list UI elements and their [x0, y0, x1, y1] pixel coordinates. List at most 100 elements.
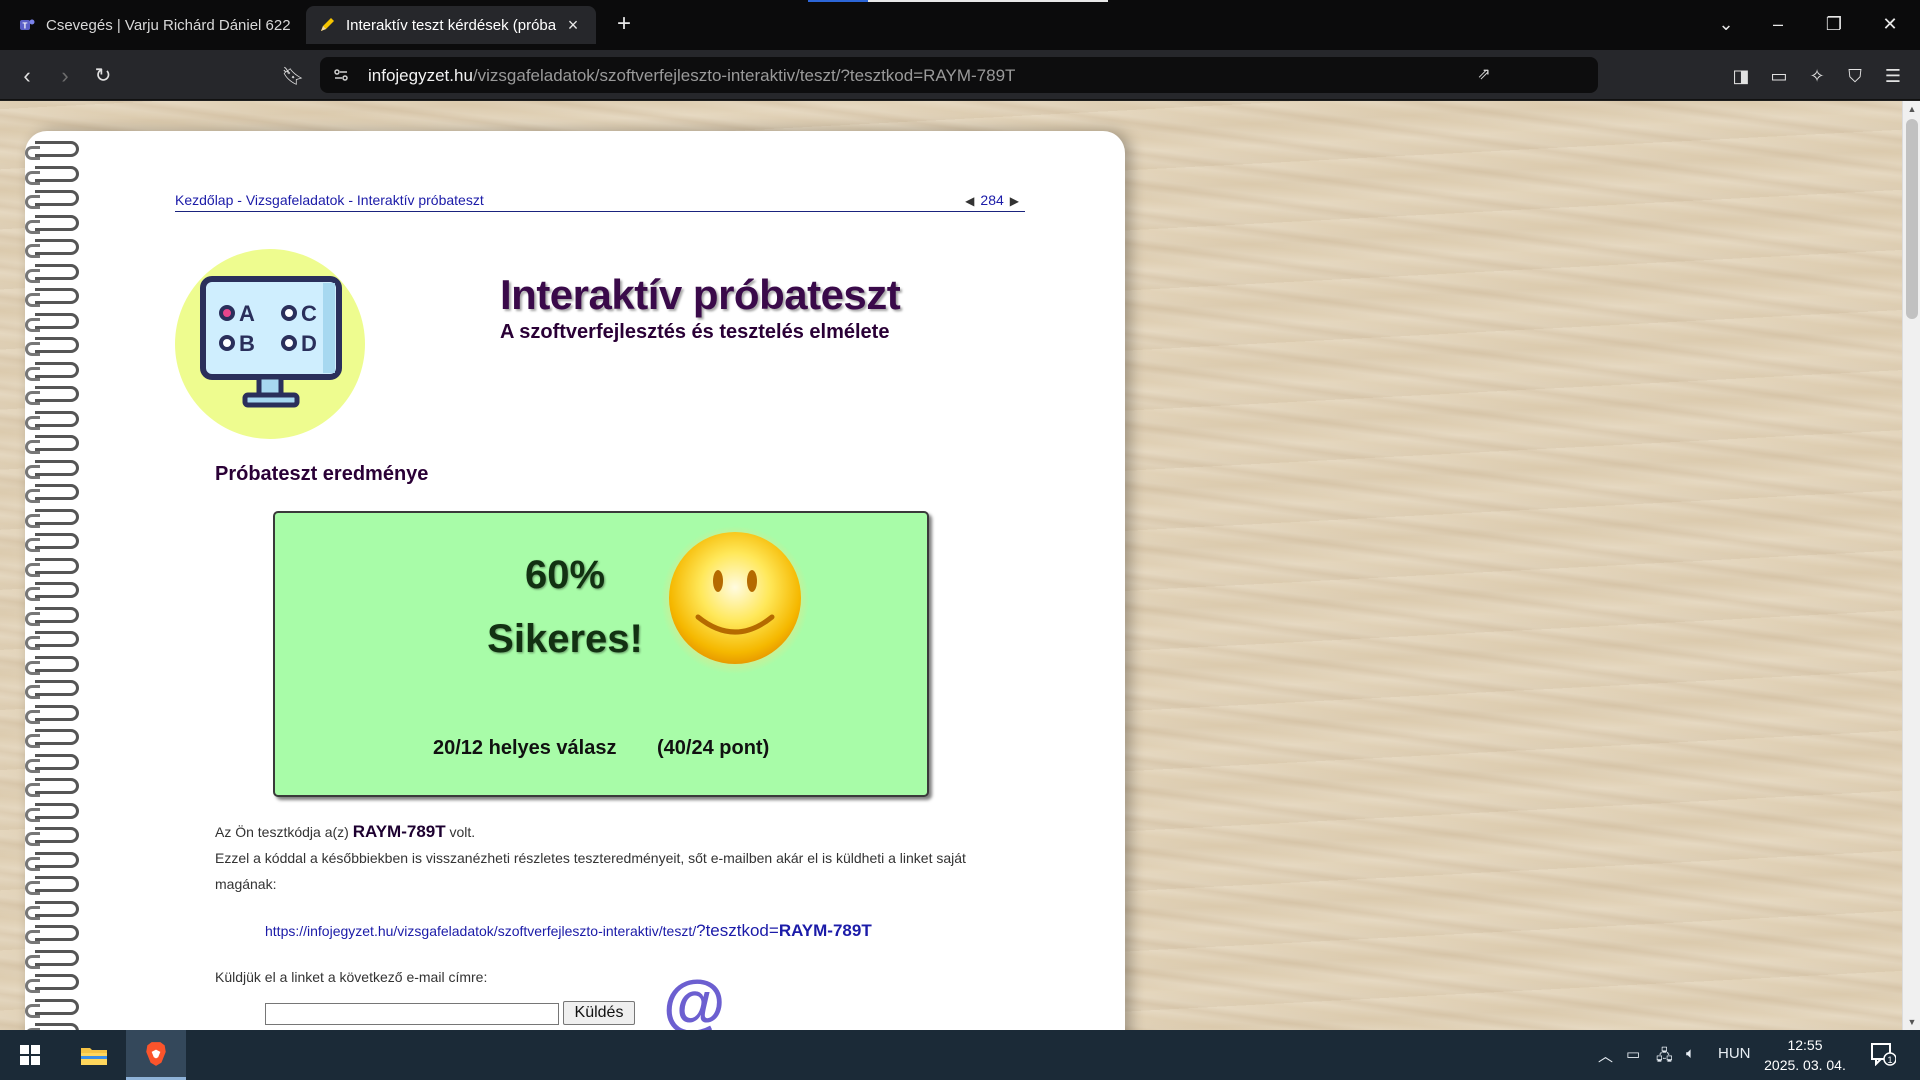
spiral-ring [25, 263, 79, 283]
restore-icon[interactable]: ❐ [1814, 8, 1854, 40]
logo-option-d: D [301, 331, 317, 356]
info-text: Ezzel a kóddal a későbbiekben is visszan… [215, 850, 966, 892]
spiral-ring [25, 484, 79, 503]
leo-ai-icon[interactable]: ✧ [1802, 61, 1832, 91]
spiral-ring [25, 998, 79, 1018]
brave-taskbar-icon[interactable] [126, 1030, 186, 1080]
tab-teams-chat[interactable]: T Csevegés | Varju Richárd Dániel 622 [6, 6, 306, 44]
spiral-ring [25, 974, 79, 993]
system-clock[interactable]: 12:55 2025. 03. 04. [1760, 1035, 1850, 1075]
share-icon[interactable]: ⇗ [1472, 63, 1496, 87]
logo-option-c: C [301, 301, 317, 326]
next-page-icon[interactable]: ▶ [1010, 194, 1019, 208]
spiral-ring [25, 655, 79, 675]
notebook-page: Kezdőlap - Vizsgafeladatok - Interaktív … [25, 131, 1125, 1030]
battery-icon[interactable]: ▭ [1626, 1045, 1640, 1063]
spiral-ring [25, 925, 79, 944]
forward-icon[interactable]: › [50, 61, 80, 91]
spiral-ring [25, 827, 79, 846]
scrollbar-thumb[interactable] [1906, 119, 1918, 319]
reload-icon[interactable]: ↻ [88, 61, 118, 91]
spiral-ring [25, 949, 79, 969]
at-sign-icon: @ [663, 967, 726, 1030]
result-link[interactable]: https://infojegyzet.hu/vizsgafeladatok/s… [265, 921, 872, 941]
quiz-monitor-logo: A C B D [175, 249, 365, 439]
pencil-icon [318, 16, 336, 34]
spiral-ring [25, 582, 79, 601]
tab-search-chevron-icon[interactable]: ⌄ [1706, 8, 1746, 40]
email-field[interactable] [265, 1003, 559, 1025]
bookmark-icon[interactable]: 🔖︎ [278, 61, 308, 91]
notification-icon[interactable]: 1 [1870, 1042, 1900, 1068]
site-info-icon[interactable] [332, 66, 350, 84]
minimize-icon[interactable]: – [1758, 8, 1798, 40]
tab-strip-highlight-blue [808, 0, 868, 2]
clock-date: 2025. 03. 04. [1764, 1057, 1846, 1073]
spiral-ring [25, 851, 79, 871]
sidebar-icon[interactable]: ◨ [1726, 61, 1756, 91]
spiral-ring [25, 459, 79, 479]
breadcrumb-separator: - [233, 192, 246, 208]
spiral-ring [25, 410, 79, 430]
windows-taskbar: ︿ ▭ 🖧︎ 🔈︎ HUN 12:55 2025. 03. 04. 1 [0, 1030, 1920, 1080]
tab-interactive-test[interactable]: Interaktív teszt kérdések (próba × [306, 6, 596, 44]
close-tab-icon[interactable]: × [562, 15, 584, 36]
address-bar[interactable]: infojegyzet.hu/vizsgafeladatok/szoftverf… [320, 57, 1598, 93]
new-tab-button[interactable]: + [610, 10, 638, 38]
spiral-ring [25, 729, 79, 748]
prev-page-icon[interactable]: ◀ [965, 194, 974, 208]
page-viewport: Kezdőlap - Vizsgafeladatok - Interaktív … [0, 101, 1920, 1030]
breadcrumb-home-link[interactable]: Kezdőlap [175, 192, 233, 208]
spiral-binding [25, 131, 95, 1030]
tray-chevron-icon[interactable]: ︿ [1598, 1045, 1613, 1066]
breadcrumb-separator: - [344, 192, 357, 208]
spiral-ring [25, 435, 79, 454]
notification-count: 1 [1887, 1055, 1892, 1065]
scroll-up-icon[interactable]: ▲ [1903, 101, 1920, 117]
tab-strip: T Csevegés | Varju Richárd Dániel 622 In… [0, 0, 1920, 50]
result-points: (40/24 pont) [657, 737, 770, 759]
spiral-ring [25, 753, 79, 773]
close-window-icon[interactable]: ✕ [1870, 8, 1910, 40]
spiral-ring [25, 239, 79, 258]
spiral-ring [25, 778, 79, 797]
back-icon[interactable]: ‹ [12, 61, 42, 91]
wallet-icon[interactable]: ▭ [1764, 61, 1794, 91]
spiral-ring [25, 312, 79, 332]
breadcrumb-current[interactable]: Interaktív próbateszt [357, 192, 484, 208]
tab-title: Csevegés | Varju Richárd Dániel 622 [46, 16, 291, 34]
network-icon[interactable]: 🖧︎ [1656, 1045, 1673, 1070]
breadcrumb: Kezdőlap - Vizsgafeladatok - Interaktív … [175, 192, 1025, 212]
logo-option-b: B [239, 331, 255, 356]
logo-option-a: A [239, 301, 255, 326]
spiral-ring [25, 1023, 79, 1030]
spiral-ring [25, 508, 79, 528]
smiley-icon [660, 525, 810, 675]
tab-title: Interaktív teszt kérdések (próba [346, 16, 557, 34]
spiral-ring [25, 606, 79, 626]
spiral-ring [25, 141, 79, 160]
svg-text:T: T [23, 22, 28, 31]
browser-toolbar: ‹ › ↻ 🔖︎ infojegyzet.hu/vizsgafeladatok/… [0, 50, 1920, 136]
language-indicator[interactable]: HUN [1718, 1045, 1751, 1062]
spiral-ring [25, 288, 79, 307]
page-scrollbar[interactable]: ▲ ▼ [1902, 101, 1920, 1030]
url-text: infojegyzet.hu/vizsgafeladatok/szoftverf… [368, 66, 1016, 85]
spiral-ring [25, 631, 79, 650]
file-explorer-icon[interactable] [64, 1030, 124, 1080]
vpn-icon[interactable]: ⛉ [1840, 61, 1870, 91]
scroll-down-icon[interactable]: ▼ [1903, 1014, 1920, 1030]
result-verdict: Sikeres! [487, 617, 643, 661]
result-heading: Próbateszt eredménye [215, 463, 429, 485]
menu-icon[interactable]: ☰ [1878, 61, 1908, 91]
teams-icon: T [18, 16, 36, 34]
windows-start-icon[interactable] [0, 1030, 60, 1080]
send-button[interactable]: Küldés [563, 1001, 635, 1025]
breadcrumb-exams-link[interactable]: Vizsgafeladatok [246, 192, 345, 208]
spiral-ring [25, 337, 79, 356]
spiral-ring [25, 165, 79, 185]
test-code: RAYM-789T [352, 822, 446, 841]
spiral-ring [25, 876, 79, 895]
spiral-ring [25, 386, 79, 405]
volume-icon[interactable]: 🔈︎ [1686, 1045, 1695, 1062]
